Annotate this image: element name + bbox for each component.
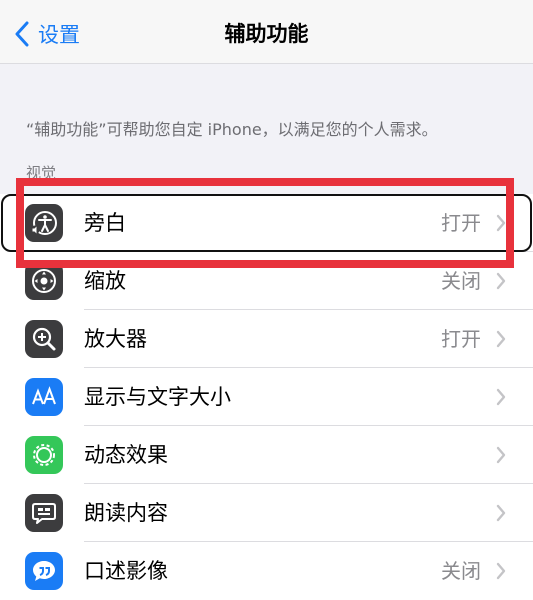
text-size-icon	[25, 378, 63, 416]
chevron-right-icon	[496, 562, 506, 580]
magnifier-icon	[25, 320, 63, 358]
row-voiceover[interactable]: 旁白 打开	[0, 194, 533, 252]
row-magnifier-value: 打开	[441, 327, 481, 351]
navigation-bar: 设置 辅助功能	[0, 0, 533, 64]
row-zoom[interactable]: 缩放 关闭	[0, 252, 533, 310]
audio-description-icon	[25, 552, 63, 590]
row-voiceover-label: 旁白	[84, 211, 126, 235]
chevron-right-icon	[496, 504, 506, 522]
row-magnifier-label: 放大器	[84, 327, 147, 351]
row-motion[interactable]: 动态效果	[0, 426, 533, 484]
section-header-vision: 视觉	[26, 164, 57, 182]
chevron-right-icon	[496, 272, 506, 290]
settings-list: 旁白 打开 缩放 关闭 放大器 打开 显示与文字大小 动态效果 朗读内容 口述影…	[0, 194, 533, 600]
row-motion-label: 动态效果	[84, 443, 168, 467]
row-spoken-content[interactable]: 朗读内容	[0, 484, 533, 542]
chevron-right-icon	[496, 388, 506, 406]
row-voiceover-value: 打开	[441, 211, 481, 235]
zoom-icon	[25, 262, 63, 300]
spoken-content-icon	[25, 494, 63, 532]
page-title: 辅助功能	[224, 22, 309, 46]
row-audio-description[interactable]: 口述影像 关闭	[0, 542, 533, 600]
row-display-text-size[interactable]: 显示与文字大小	[0, 368, 533, 426]
chevron-right-icon	[496, 330, 506, 348]
row-zoom-value: 关闭	[441, 269, 481, 293]
row-display-text-size-label: 显示与文字大小	[84, 385, 231, 409]
chevron-right-icon	[496, 214, 506, 232]
description-text: “辅助功能”可帮助您自定 iPhone，以满足您的个人需求。	[26, 120, 438, 139]
row-audio-description-value: 关闭	[441, 559, 481, 583]
row-audio-description-label: 口述影像	[84, 559, 168, 583]
motion-icon	[25, 436, 63, 474]
voiceover-icon	[25, 204, 63, 242]
row-zoom-label: 缩放	[84, 269, 126, 293]
row-magnifier[interactable]: 放大器 打开	[0, 310, 533, 368]
chevron-right-icon	[496, 446, 506, 464]
row-spoken-content-label: 朗读内容	[84, 501, 168, 525]
